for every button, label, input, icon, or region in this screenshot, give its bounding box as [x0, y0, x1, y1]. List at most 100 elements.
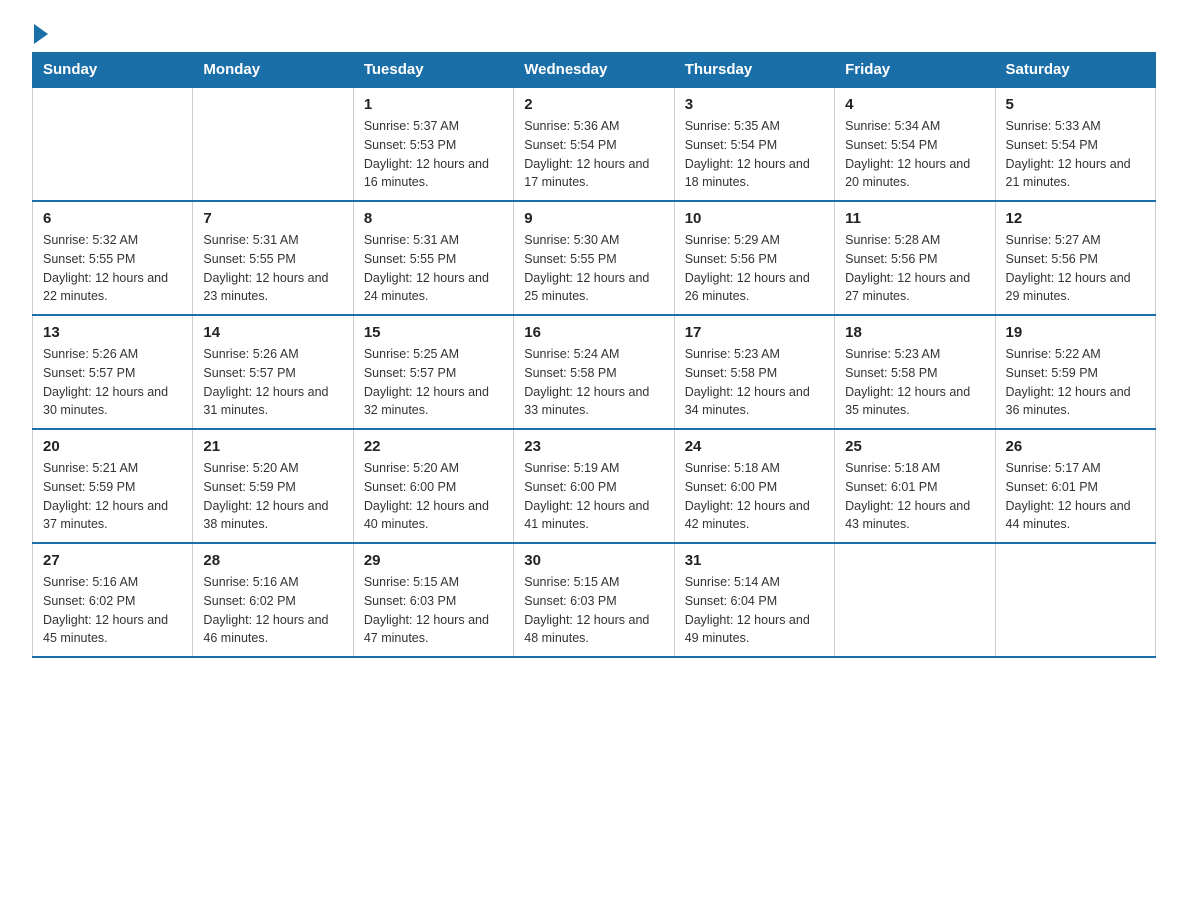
day-number: 18	[845, 324, 984, 341]
col-wednesday: Wednesday	[514, 53, 674, 88]
day-number: 19	[1006, 324, 1145, 341]
day-number: 27	[43, 552, 182, 569]
day-info: Sunrise: 5:23 AMSunset: 5:58 PMDaylight:…	[845, 345, 984, 420]
calendar-cell: 24Sunrise: 5:18 AMSunset: 6:00 PMDayligh…	[674, 429, 834, 543]
calendar-cell: 4 Sunrise: 5:34 AMSunset: 5:54 PMDaylight…	[835, 87, 995, 201]
calendar-cell	[193, 87, 353, 201]
day-number: 28	[203, 552, 342, 569]
day-number: 23	[524, 438, 663, 455]
day-info: Sunrise: 5:31 AMSunset: 5:55 PMDaylight:…	[203, 231, 342, 306]
calendar-cell: 10Sunrise: 5:29 AMSunset: 5:56 PMDayligh…	[674, 201, 834, 315]
col-tuesday: Tuesday	[353, 53, 513, 88]
day-info: Sunrise: 5:21 AMSunset: 5:59 PMDaylight:…	[43, 459, 182, 534]
day-number: 6	[43, 210, 182, 227]
calendar-cell: 5 Sunrise: 5:33 AMSunset: 5:54 PMDaylight…	[995, 87, 1155, 201]
calendar-cell: 19 Sunrise: 5:22 AMSunset: 5:59 PMDayligh…	[995, 315, 1155, 429]
day-info: Sunrise: 5:27 AMSunset: 5:56 PMDaylight:…	[1006, 231, 1145, 306]
calendar-cell	[835, 543, 995, 657]
calendar-cell: 30Sunrise: 5:15 AMSunset: 6:03 PMDayligh…	[514, 543, 674, 657]
day-info: Sunrise: 5:26 AMSunset: 5:57 PMDaylight:…	[203, 345, 342, 420]
day-info: Sunrise: 5:18 AMSunset: 6:00 PMDaylight:…	[685, 459, 824, 534]
col-saturday: Saturday	[995, 53, 1155, 88]
calendar-cell: 2 Sunrise: 5:36 AMSunset: 5:54 PMDaylight…	[514, 87, 674, 201]
calendar-week-row: 1 Sunrise: 5:37 AMSunset: 5:53 PMDaylight…	[33, 87, 1156, 201]
day-info: Sunrise: 5:24 AMSunset: 5:58 PMDaylight:…	[524, 345, 663, 420]
calendar-cell: 1 Sunrise: 5:37 AMSunset: 5:53 PMDaylight…	[353, 87, 513, 201]
calendar-cell: 6 Sunrise: 5:32 AMSunset: 5:55 PMDaylight…	[33, 201, 193, 315]
calendar-cell	[995, 543, 1155, 657]
day-info: Sunrise: 5:17 AMSunset: 6:01 PMDaylight:…	[1006, 459, 1145, 534]
calendar-cell: 11Sunrise: 5:28 AMSunset: 5:56 PMDayligh…	[835, 201, 995, 315]
day-info: Sunrise: 5:26 AMSunset: 5:57 PMDaylight:…	[43, 345, 182, 420]
calendar-cell: 18 Sunrise: 5:23 AMSunset: 5:58 PMDayligh…	[835, 315, 995, 429]
calendar-cell: 3 Sunrise: 5:35 AMSunset: 5:54 PMDaylight…	[674, 87, 834, 201]
day-number: 29	[364, 552, 503, 569]
day-number: 14	[203, 324, 342, 341]
calendar-cell: 22 Sunrise: 5:20 AMSunset: 6:00 PMDayligh…	[353, 429, 513, 543]
day-info: Sunrise: 5:16 AMSunset: 6:02 PMDaylight:…	[203, 573, 342, 648]
calendar-table: Sunday Monday Tuesday Wednesday Thursday…	[32, 52, 1156, 658]
day-info: Sunrise: 5:35 AMSunset: 5:54 PMDaylight:…	[685, 117, 824, 192]
day-number: 22	[364, 438, 503, 455]
day-number: 1	[364, 96, 503, 113]
day-number: 12	[1006, 210, 1145, 227]
day-number: 31	[685, 552, 824, 569]
logo-triangle-icon	[34, 24, 48, 44]
day-number: 2	[524, 96, 663, 113]
calendar-cell: 14 Sunrise: 5:26 AMSunset: 5:57 PMDayligh…	[193, 315, 353, 429]
day-info: Sunrise: 5:31 AMSunset: 5:55 PMDaylight:…	[364, 231, 503, 306]
day-info: Sunrise: 5:32 AMSunset: 5:55 PMDaylight:…	[43, 231, 182, 306]
calendar-cell: 9 Sunrise: 5:30 AMSunset: 5:55 PMDaylight…	[514, 201, 674, 315]
day-info: Sunrise: 5:15 AMSunset: 6:03 PMDaylight:…	[364, 573, 503, 648]
day-info: Sunrise: 5:20 AMSunset: 6:00 PMDaylight:…	[364, 459, 503, 534]
day-info: Sunrise: 5:30 AMSunset: 5:55 PMDaylight:…	[524, 231, 663, 306]
calendar-week-row: 6 Sunrise: 5:32 AMSunset: 5:55 PMDaylight…	[33, 201, 1156, 315]
calendar-cell: 26Sunrise: 5:17 AMSunset: 6:01 PMDayligh…	[995, 429, 1155, 543]
calendar-cell: 20 Sunrise: 5:21 AMSunset: 5:59 PMDayligh…	[33, 429, 193, 543]
calendar-cell: 23 Sunrise: 5:19 AMSunset: 6:00 PMDayligh…	[514, 429, 674, 543]
calendar-cell: 8 Sunrise: 5:31 AMSunset: 5:55 PMDaylight…	[353, 201, 513, 315]
calendar-week-row: 20 Sunrise: 5:21 AMSunset: 5:59 PMDayligh…	[33, 429, 1156, 543]
col-friday: Friday	[835, 53, 995, 88]
day-number: 7	[203, 210, 342, 227]
calendar-cell: 21 Sunrise: 5:20 AMSunset: 5:59 PMDayligh…	[193, 429, 353, 543]
calendar-cell: 28 Sunrise: 5:16 AMSunset: 6:02 PMDayligh…	[193, 543, 353, 657]
day-info: Sunrise: 5:23 AMSunset: 5:58 PMDaylight:…	[685, 345, 824, 420]
calendar-week-row: 27 Sunrise: 5:16 AMSunset: 6:02 PMDayligh…	[33, 543, 1156, 657]
day-info: Sunrise: 5:20 AMSunset: 5:59 PMDaylight:…	[203, 459, 342, 534]
day-number: 21	[203, 438, 342, 455]
day-number: 3	[685, 96, 824, 113]
day-number: 5	[1006, 96, 1145, 113]
calendar-cell: 29 Sunrise: 5:15 AMSunset: 6:03 PMDayligh…	[353, 543, 513, 657]
day-info: Sunrise: 5:34 AMSunset: 5:54 PMDaylight:…	[845, 117, 984, 192]
calendar-cell: 25Sunrise: 5:18 AMSunset: 6:01 PMDayligh…	[835, 429, 995, 543]
day-info: Sunrise: 5:22 AMSunset: 5:59 PMDaylight:…	[1006, 345, 1145, 420]
day-number: 4	[845, 96, 984, 113]
day-number: 10	[685, 210, 824, 227]
day-number: 25	[845, 438, 984, 455]
page-header	[32, 24, 1156, 44]
calendar-cell: 17Sunrise: 5:23 AMSunset: 5:58 PMDayligh…	[674, 315, 834, 429]
day-number: 16	[524, 324, 663, 341]
calendar-cell: 12 Sunrise: 5:27 AMSunset: 5:56 PMDayligh…	[995, 201, 1155, 315]
calendar-cell: 7 Sunrise: 5:31 AMSunset: 5:55 PMDaylight…	[193, 201, 353, 315]
calendar-cell: 15Sunrise: 5:25 AMSunset: 5:57 PMDayligh…	[353, 315, 513, 429]
col-sunday: Sunday	[33, 53, 193, 88]
day-info: Sunrise: 5:19 AMSunset: 6:00 PMDaylight:…	[524, 459, 663, 534]
day-info: Sunrise: 5:37 AMSunset: 5:53 PMDaylight:…	[364, 117, 503, 192]
calendar-cell: 27 Sunrise: 5:16 AMSunset: 6:02 PMDayligh…	[33, 543, 193, 657]
day-info: Sunrise: 5:36 AMSunset: 5:54 PMDaylight:…	[524, 117, 663, 192]
calendar-cell: 31 Sunrise: 5:14 AMSunset: 6:04 PMDayligh…	[674, 543, 834, 657]
day-info: Sunrise: 5:16 AMSunset: 6:02 PMDaylight:…	[43, 573, 182, 648]
day-number: 8	[364, 210, 503, 227]
day-number: 20	[43, 438, 182, 455]
calendar-cell: 13Sunrise: 5:26 AMSunset: 5:57 PMDayligh…	[33, 315, 193, 429]
day-number: 9	[524, 210, 663, 227]
col-monday: Monday	[193, 53, 353, 88]
day-number: 15	[364, 324, 503, 341]
col-thursday: Thursday	[674, 53, 834, 88]
logo	[32, 24, 50, 44]
day-info: Sunrise: 5:33 AMSunset: 5:54 PMDaylight:…	[1006, 117, 1145, 192]
day-info: Sunrise: 5:14 AMSunset: 6:04 PMDaylight:…	[685, 573, 824, 648]
day-number: 11	[845, 210, 984, 227]
